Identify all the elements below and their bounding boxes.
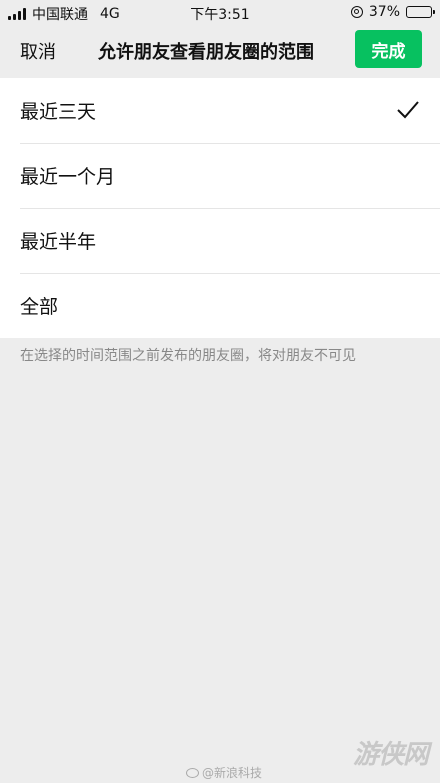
option-all[interactable]: 全部 [0, 273, 440, 338]
weibo-watermark: @新浪科技 [186, 764, 262, 781]
weibo-icon [186, 767, 199, 778]
weibo-watermark-text: @新浪科技 [202, 766, 263, 780]
done-button[interactable]: 完成 [355, 30, 422, 68]
option-label: 最近一个月 [20, 166, 116, 188]
option-recent-three-days[interactable]: 最近三天 [0, 78, 440, 143]
option-recent-half-year[interactable]: 最近半年 [0, 208, 440, 273]
option-label: 最近半年 [20, 231, 97, 253]
orientation-lock-icon [350, 6, 363, 18]
battery-icon [406, 6, 435, 18]
range-options-list: 最近三天 最近一个月 最近半年 全部 [0, 78, 440, 338]
option-recent-one-month[interactable]: 最近一个月 [0, 143, 440, 208]
status-bar: 中国联通 4G 下午3:51 37% [0, 0, 440, 26]
checkmark-icon [397, 101, 419, 119]
status-right: 37% [350, 4, 435, 20]
option-label: 全部 [20, 296, 59, 318]
option-label: 最近三天 [20, 101, 97, 123]
nav-bar: 取消 允许朋友查看朋友圈的范围 完成 [0, 26, 440, 76]
range-footnote: 在选择的时间范围之前发布的朋友圈，将对朋友不可见 [20, 348, 356, 364]
site-watermark: 游侠网 [352, 740, 429, 770]
battery-percent: 37% [368, 4, 400, 20]
cancel-button[interactable]: 取消 [20, 38, 56, 64]
page-title: 允许朋友查看朋友圈的范围 [98, 42, 314, 63]
